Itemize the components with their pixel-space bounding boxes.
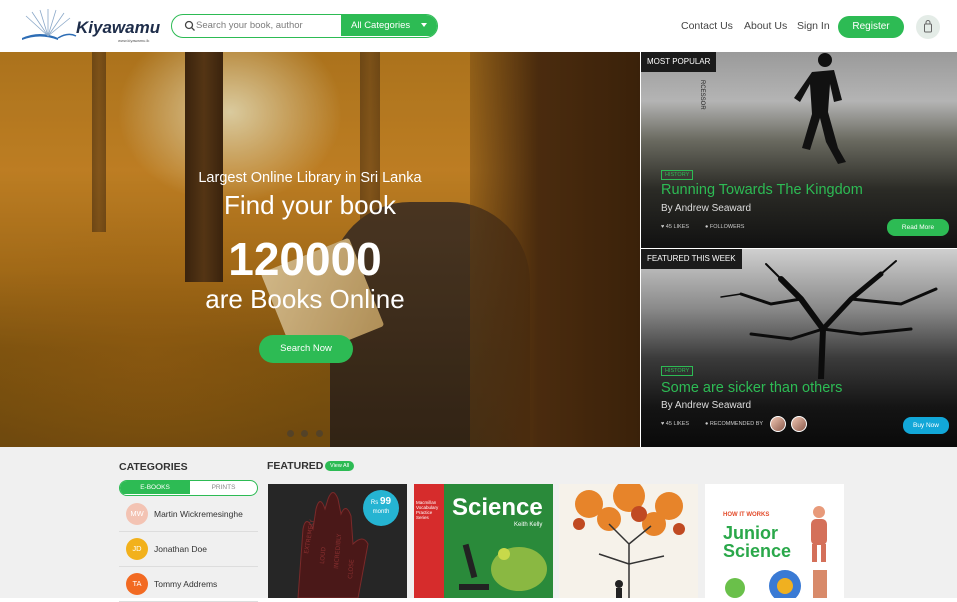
book-title: Science bbox=[452, 494, 543, 521]
site-header: Kiyawamu www.kiyawamu.lk All Categories … bbox=[0, 0, 957, 52]
search-icon bbox=[184, 20, 195, 31]
tab-ebooks[interactable]: E-BOOKS bbox=[120, 481, 190, 494]
card-tag: FEATURED THIS WEEK bbox=[641, 249, 742, 269]
book-spine-text: RCESSOR bbox=[699, 80, 705, 110]
card-title[interactable]: Running Towards The Kingdom bbox=[661, 182, 863, 198]
read-more-button[interactable]: Read More bbox=[887, 219, 949, 236]
carousel-dot[interactable] bbox=[301, 430, 309, 437]
thumbs-up-icon: ● bbox=[705, 421, 709, 427]
bottom-section: CATEGORIES E-BOOKS PRINTS MW Martin Wick… bbox=[0, 447, 957, 602]
anatomy-figure-illustration bbox=[811, 506, 827, 562]
card-author: By Andrew Seaward bbox=[661, 203, 752, 214]
user-icon: ● bbox=[705, 224, 709, 230]
author-name: Tommy Addrems bbox=[154, 579, 218, 589]
runner-silhouette bbox=[794, 53, 846, 164]
hero-book-count: 120000 bbox=[228, 233, 382, 285]
autumn-tree-illustration bbox=[573, 484, 685, 598]
book-series: HOW IT WORKS bbox=[723, 512, 770, 518]
avatar: TA bbox=[126, 573, 148, 595]
open-book-logo-icon bbox=[22, 9, 77, 40]
book-cover[interactable]: Macmillan Vocabulary Practice Series Sci… bbox=[414, 484, 553, 598]
followers-meta: ● FOLLOWERS bbox=[705, 224, 744, 230]
category-dropdown[interactable]: All Categories bbox=[341, 15, 437, 36]
avatar: JD bbox=[126, 538, 148, 560]
bare-tree-silhouette bbox=[720, 260, 938, 379]
list-item[interactable]: JD Jonathan Doe bbox=[119, 532, 258, 567]
most-popular-card[interactable]: RCESSOR MOST POPULAR HISTORY Running Tow… bbox=[641, 52, 957, 248]
price-unit: month bbox=[372, 509, 390, 515]
category-tabs: E-BOOKS PRINTS bbox=[119, 480, 258, 496]
hero-banner: Largest Online Library in Sri Lanka Find… bbox=[0, 52, 640, 447]
category-dropdown-label: All Categories bbox=[351, 20, 411, 31]
price-value: 99 bbox=[379, 496, 392, 507]
site-logo[interactable]: Kiyawamu www.kiyawamu.lk bbox=[18, 6, 161, 46]
nav-sign-in[interactable]: Sign In bbox=[797, 20, 830, 32]
carousel-dots bbox=[287, 424, 326, 442]
search-now-button[interactable]: Search Now bbox=[259, 335, 353, 363]
science-illustration bbox=[725, 570, 827, 598]
search-input[interactable] bbox=[196, 15, 341, 36]
likes-label: 45 LIKES bbox=[665, 421, 690, 427]
nav-about-us[interactable]: About Us bbox=[744, 20, 787, 32]
likes-count: ♥ 45 LIKES bbox=[661, 421, 689, 427]
likes-label: 45 LIKES bbox=[665, 224, 690, 230]
book-cover[interactable]: EXTREMELY LOUD INCREDIBLY CLOSE Rs 99 mo… bbox=[268, 484, 407, 598]
search-bar: All Categories bbox=[171, 14, 438, 38]
price-badge: Rs 99 month bbox=[363, 490, 399, 526]
logo-text: Kiyawamu bbox=[76, 18, 161, 37]
card-tag: MOST POPULAR bbox=[641, 52, 717, 72]
view-all-button[interactable]: View All bbox=[325, 461, 355, 471]
nav-contact-us[interactable]: Contact Us bbox=[681, 20, 733, 32]
book-author: Keith Kelly bbox=[514, 522, 543, 528]
author-name: Jonathan Doe bbox=[154, 544, 207, 554]
shopping-bag-icon bbox=[924, 20, 932, 33]
author-name: Martin Wickremesinghe bbox=[154, 509, 243, 519]
card-author: By Andrew Seaward bbox=[661, 400, 752, 411]
carousel-dot[interactable] bbox=[315, 430, 323, 437]
tab-prints[interactable]: PRINTS bbox=[190, 481, 257, 494]
heart-icon: ♥ bbox=[661, 224, 665, 230]
buy-now-button[interactable]: Buy Now bbox=[903, 417, 949, 434]
microscope-illustration bbox=[459, 543, 547, 591]
likes-count: ♥ 45 LIKES bbox=[661, 224, 689, 230]
featured-heading: FEATURED bbox=[267, 460, 324, 472]
followers-label: FOLLOWERS bbox=[709, 224, 745, 230]
featured-this-week-card[interactable]: FEATURED THIS WEEK HISTORY Some are sick… bbox=[641, 249, 957, 447]
avatar[interactable] bbox=[770, 416, 786, 432]
logo-subtext: www.kiyawamu.lk bbox=[118, 38, 150, 43]
list-item[interactable]: MW Martin Wickremesinghe bbox=[119, 497, 258, 532]
card-title[interactable]: Some are sicker than others bbox=[661, 380, 842, 396]
carousel-dot[interactable] bbox=[287, 430, 294, 437]
heart-icon: ♥ bbox=[661, 421, 665, 427]
cart-button[interactable] bbox=[916, 15, 940, 39]
chevron-down-icon bbox=[421, 23, 427, 27]
recommended-label: RECOMMENDED BY bbox=[709, 421, 764, 427]
svg-text:LOUD: LOUD bbox=[319, 546, 327, 564]
hero-title: Find your book bbox=[224, 190, 396, 220]
list-item[interactable]: TA Tommy Addrems bbox=[119, 567, 258, 602]
avatar: MW bbox=[126, 503, 148, 525]
series-label: Macmillan Vocabulary Practice Series bbox=[416, 500, 439, 520]
hero-subtitle: Largest Online Library in Sri Lanka bbox=[198, 170, 422, 186]
categories-heading: CATEGORIES bbox=[119, 461, 188, 473]
book-cover[interactable]: HOW IT WORKS Junior Science bbox=[705, 484, 844, 598]
hero-count-label: are Books Online bbox=[205, 284, 405, 314]
genre-badge: HISTORY bbox=[661, 170, 694, 180]
genre-badge: HISTORY bbox=[661, 366, 694, 376]
recommended-meta: ● RECOMMENDED BY bbox=[705, 421, 763, 427]
register-button[interactable]: Register bbox=[838, 16, 904, 38]
price-currency: Rs bbox=[370, 500, 379, 506]
book-cover[interactable] bbox=[559, 484, 698, 598]
avatar[interactable] bbox=[791, 416, 807, 432]
